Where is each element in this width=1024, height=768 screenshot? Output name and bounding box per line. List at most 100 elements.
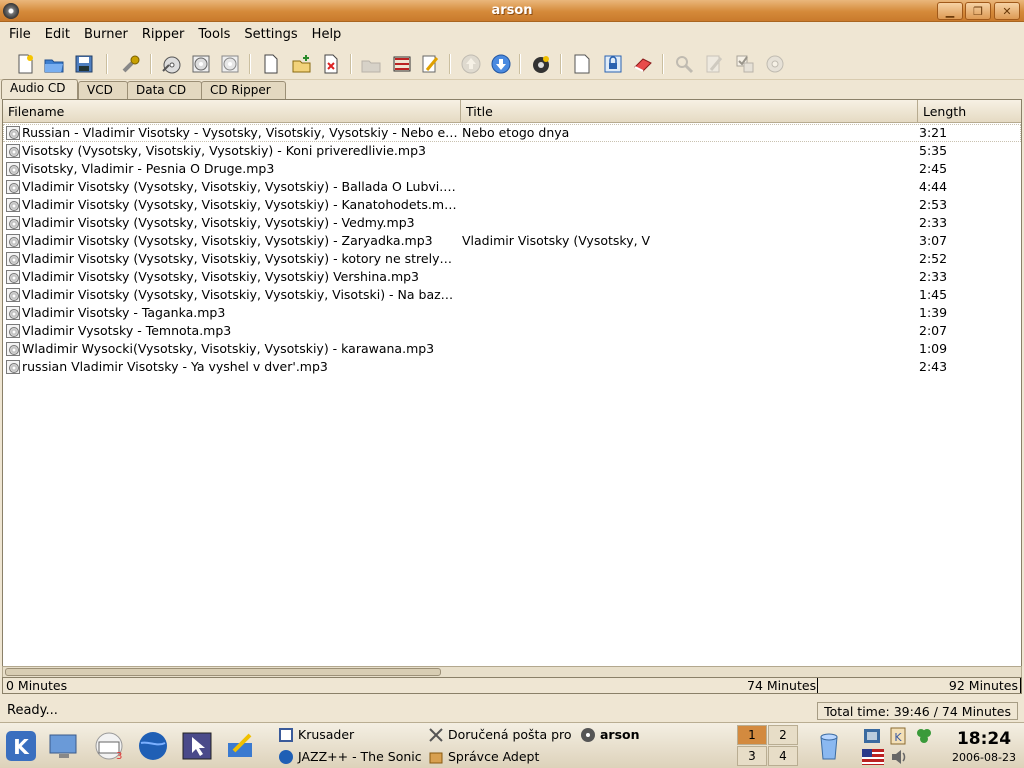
task-jazz[interactable]: JAZZ++ - The Sonic [278,746,423,767]
column-length[interactable]: Length [918,100,1021,122]
task-arson[interactable]: arson [580,724,730,745]
audio-file-icon [6,252,20,266]
tab-audio-cd[interactable]: Audio CD [1,79,78,99]
blank-page-icon[interactable] [570,52,594,76]
checklist-icon[interactable] [733,52,757,76]
edit-disabled-icon[interactable] [702,52,726,76]
track-length: 1:45 [919,287,948,302]
media-player-icon[interactable] [529,52,553,76]
task-krusader[interactable]: Krusader [278,724,423,745]
menu-burner[interactable]: Burner [79,27,133,42]
blank-cd-icon[interactable] [218,52,242,76]
save-project-icon[interactable] [72,52,96,76]
table-row[interactable]: russian Vladimir Visotsky - Ya vyshel v … [3,358,1021,376]
desktop-icon[interactable] [47,729,81,763]
table-row[interactable]: Visotsky (Vysotsky, Visotskiy, Vysotskiy… [3,142,1021,160]
clock-time: 18:24 [956,729,1012,749]
desktop-3[interactable]: 3 [737,746,767,766]
remove-file-icon[interactable] [319,52,343,76]
desktop-2[interactable]: 2 [768,725,798,745]
track-length: 2:45 [919,161,948,176]
track-list[interactable]: Filename Title Length Russian - Vladimir… [2,99,1022,667]
copy-cd-icon[interactable] [189,52,213,76]
menu-help[interactable]: Help [307,27,347,42]
table-row[interactable]: Vladimir Visotsky (Vysotsky, Visotskiy, … [3,250,1021,268]
toolbar-separator [662,54,664,74]
burn-cd-icon[interactable] [159,52,183,76]
keyboard-layout-us-flag-icon[interactable] [862,749,884,765]
table-row[interactable]: Vladimir Visotsky (Vysotsky, Visotskiy, … [3,178,1021,196]
web-browser-globe-icon[interactable] [136,729,170,763]
table-row[interactable]: Vladimir Vysotsky - Temnota.mp3 2:07 [3,322,1021,340]
track-length: 4:44 [919,179,948,194]
column-title[interactable]: Title [461,100,918,122]
open-project-icon[interactable] [42,52,66,76]
search-icon[interactable] [672,52,696,76]
move-down-icon[interactable] [489,52,513,76]
toolbar-separator [350,54,352,74]
task-label: JAZZ++ - The Sonic [298,749,422,764]
new-project-icon[interactable] [13,52,37,76]
title-bar[interactable]: arson ▁ ❐ ✕ [0,0,1024,22]
menu-ripper[interactable]: Ripper [137,27,190,42]
minimize-button[interactable]: ▁ [937,2,963,20]
trash-icon[interactable] [812,729,846,763]
folder-up-icon[interactable] [359,52,383,76]
desktop-4[interactable]: 4 [768,746,798,766]
clock[interactable]: 18:24 2006-08-23 [944,725,1024,767]
table-row[interactable]: Vladimir Visotsky (Vysotsky, Visotskiy, … [3,214,1021,232]
track-length: 5:35 [919,143,948,158]
mail-client-icon[interactable]: 3 [92,729,126,763]
table-row[interactable]: Vladimir Visotsky (Vysotsky, Visotskiy, … [3,268,1021,286]
table-row[interactable]: Vladimir Visotsky (Vysotsky, Visotskiy, … [3,286,1021,304]
maximize-button[interactable]: ❐ [965,2,991,20]
table-row[interactable]: Vladimir Visotsky - Taganka.mp3 1:39 [3,304,1021,322]
menu-tools[interactable]: Tools [193,27,235,42]
network-icon[interactable] [862,727,882,745]
new-file-icon[interactable] [259,52,283,76]
track-title: Nebo etogo dnya [462,125,570,140]
eraser-icon[interactable] [631,52,655,76]
arson-cd-icon [581,727,595,742]
pointer-tool-icon[interactable] [180,729,214,763]
tab-data-cd[interactable]: Data CD [127,81,202,99]
track-length: 2:52 [919,251,948,266]
list-view-icon[interactable] [390,52,414,76]
move-up-icon[interactable] [459,52,483,76]
table-row[interactable]: Vladimir Visotsky (Vysotsky, Visotskiy, … [3,232,1021,250]
menu-settings[interactable]: Settings [239,27,302,42]
table-row[interactable]: Russian - Vladimir Visotsky - Vysotsky, … [3,124,1021,142]
window-title: arson [491,3,533,18]
track-filename: russian Vladimir Visotsky - Ya vyshel v … [22,359,328,374]
task-mail[interactable]: Doručená pošta pro [428,724,576,745]
volume-speaker-icon[interactable] [890,749,910,765]
table-row[interactable]: Visotsky, Vladimir - Pesnia O Druge.mp3 2… [3,160,1021,178]
mail-x-icon [429,727,443,742]
menu-edit[interactable]: Edit [40,27,75,42]
menu-file[interactable]: File [4,27,36,42]
close-button[interactable]: ✕ [994,2,1020,20]
track-filename: Vladimir Visotsky (Vysotsky, Visotskiy, … [22,251,459,266]
track-length: 2:07 [919,323,948,338]
update-clover-icon[interactable] [914,727,934,745]
add-files-icon[interactable] [290,52,314,76]
track-filename: Vladimir Visotsky (Vysotsky, Visotskiy, … [22,269,420,284]
kde-menu-icon[interactable]: K [4,729,38,763]
lock-icon[interactable] [601,52,625,76]
scrollbar-thumb[interactable] [5,668,441,676]
table-row[interactable]: Vladimir Visotsky (Vysotsky, Visotskiy, … [3,196,1021,214]
editor-pen-icon[interactable] [224,729,258,763]
desktop-pager: 1 2 3 4 [737,725,799,767]
edit-pencil-icon[interactable] [418,52,442,76]
tab-cd-ripper[interactable]: CD Ripper [201,81,286,99]
klipper-icon[interactable]: K [888,727,908,745]
column-filename[interactable]: Filename [3,100,461,122]
desktop-1[interactable]: 1 [737,725,767,745]
tab-vcd[interactable]: VCD [78,81,128,99]
table-row[interactable]: Wladimir Wysocki(Vysotsky, Visotskiy, Vy… [3,340,1021,358]
configure-wrench-icon[interactable] [119,52,143,76]
audio-file-icon [6,180,20,194]
toolbar-separator [249,54,251,74]
settings-disc-icon[interactable] [763,52,787,76]
task-adept[interactable]: Správce Adept [428,746,576,767]
